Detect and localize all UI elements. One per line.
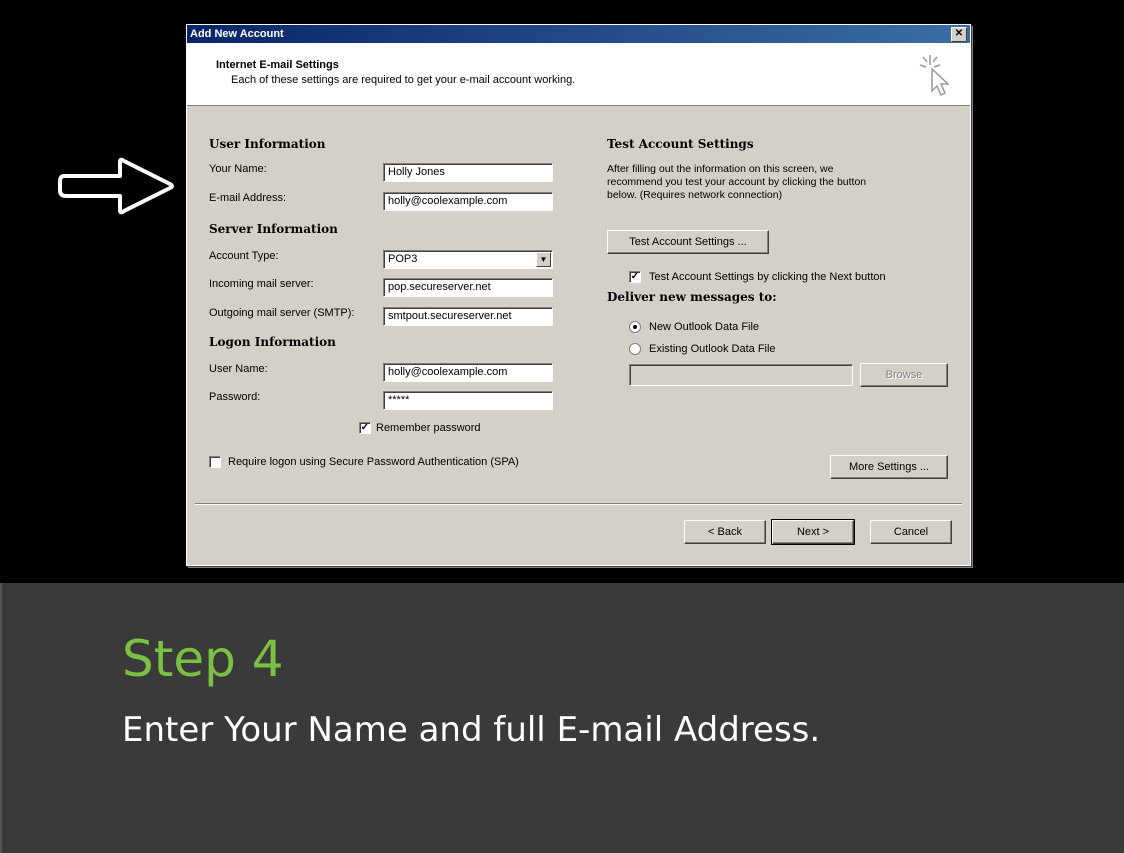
close-icon[interactable]: ✕ bbox=[951, 27, 967, 42]
username-field[interactable]: holly@coolexample.com bbox=[383, 363, 553, 382]
account-type-select[interactable]: POP3 ▼ bbox=[383, 250, 553, 269]
account-type-value: POP3 bbox=[388, 253, 418, 265]
logon-info-heading: Logon Information bbox=[209, 335, 336, 349]
test-settings-heading: Test Account Settings bbox=[607, 137, 754, 151]
header-title: Internet E-mail Settings bbox=[216, 59, 339, 71]
spa-label: Require logon using Secure Password Auth… bbox=[228, 456, 519, 468]
username-label: User Name: bbox=[209, 363, 268, 375]
step-instruction: Enter Your Name and full E-mail Address. bbox=[122, 710, 821, 750]
test-on-next-label: Test Account Settings by clicking the Ne… bbox=[649, 271, 886, 283]
remember-password-label: Remember password bbox=[376, 422, 481, 434]
test-description-line1: After filling out the information on thi… bbox=[607, 163, 834, 175]
outgoing-server-field[interactable]: smtpout.secureserver.net bbox=[383, 307, 553, 326]
your-name-label: Your Name: bbox=[209, 163, 267, 175]
new-data-file-label: New Outlook Data File bbox=[649, 321, 760, 333]
user-info-heading: User Information bbox=[209, 137, 326, 151]
existing-data-file-label: Existing Outlook Data File bbox=[649, 343, 776, 355]
account-type-label: Account Type: bbox=[209, 250, 279, 262]
remember-password-checkbox[interactable]: ✓ bbox=[359, 422, 371, 434]
password-label: Password: bbox=[209, 391, 261, 403]
server-info-heading: Server Information bbox=[209, 222, 338, 236]
incoming-server-label: Incoming mail server: bbox=[209, 278, 314, 290]
next-button[interactable]: Next > bbox=[771, 519, 855, 545]
cancel-button[interactable]: Cancel bbox=[870, 520, 952, 544]
outgoing-server-label: Outgoing mail server (SMTP): bbox=[209, 307, 355, 319]
spa-checkbox[interactable] bbox=[209, 456, 221, 468]
test-account-settings-button[interactable]: Test Account Settings ... bbox=[607, 230, 769, 254]
chevron-down-icon[interactable]: ▼ bbox=[536, 252, 551, 267]
footer-separator bbox=[195, 503, 962, 505]
cursor-click-icon bbox=[919, 55, 950, 97]
right-arrow-icon bbox=[58, 157, 174, 215]
browse-button[interactable]: Browse bbox=[860, 363, 948, 387]
step-title: Step 4 bbox=[122, 630, 284, 688]
add-new-account-dialog: Add New Account ✕ Internet E-mail Settin… bbox=[186, 24, 971, 566]
email-field[interactable]: holly@coolexample.com bbox=[383, 192, 553, 211]
new-data-file-radio[interactable] bbox=[629, 321, 641, 333]
existing-data-file-field[interactable] bbox=[629, 364, 853, 386]
dialog-header: Internet E-mail Settings Each of these s… bbox=[187, 43, 970, 106]
header-subtitle: Each of these settings are required to g… bbox=[231, 74, 576, 86]
dialog-titlebar: Add New Account ✕ bbox=[187, 25, 970, 43]
more-settings-button[interactable]: More Settings ... bbox=[830, 455, 948, 479]
dialog-title: Add New Account bbox=[190, 28, 284, 40]
password-field[interactable]: ***** bbox=[383, 391, 553, 410]
existing-data-file-radio[interactable] bbox=[629, 343, 641, 355]
test-description-line2: recommend you test your account by click… bbox=[607, 176, 867, 188]
test-on-next-checkbox[interactable]: ✓ bbox=[629, 271, 641, 283]
back-button[interactable]: < Back bbox=[684, 520, 766, 544]
your-name-field[interactable]: Holly Jones bbox=[383, 163, 553, 182]
deliver-to-heading: Deliver new messages to: bbox=[607, 290, 777, 304]
email-label: E-mail Address: bbox=[209, 192, 287, 204]
incoming-server-field[interactable]: pop.secureserver.net bbox=[383, 278, 553, 297]
test-description-line3: below. (Requires network connection) bbox=[607, 189, 783, 201]
